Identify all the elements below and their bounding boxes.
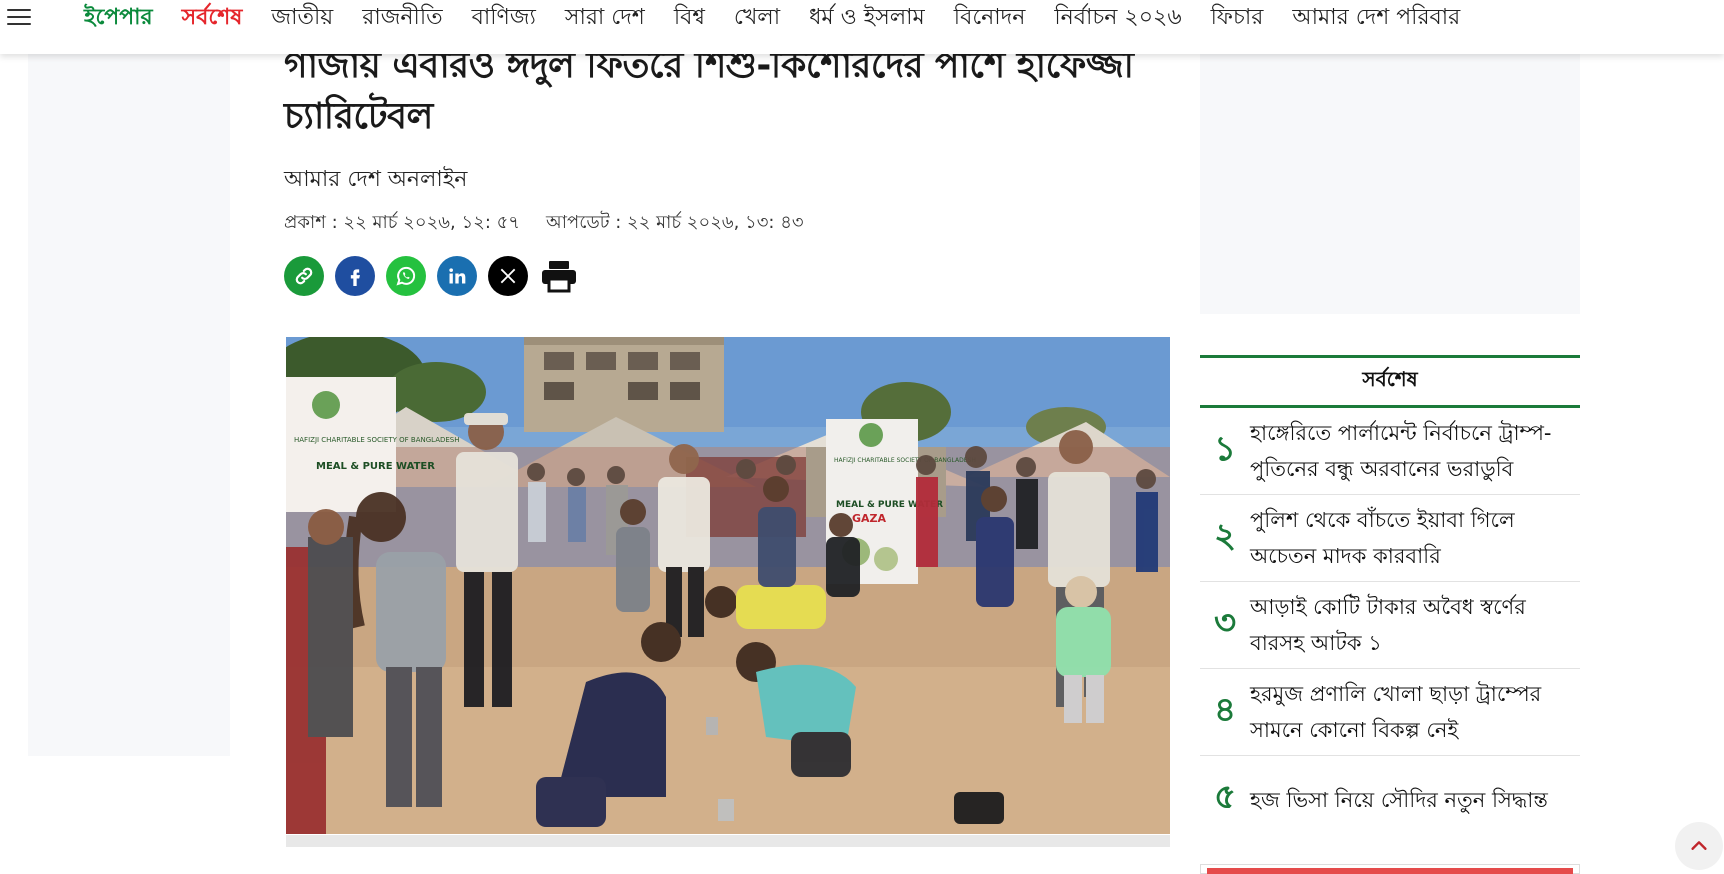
nav-item[interactable]: খেলা [734,0,780,37]
latest-item-number: ২ [1213,515,1237,556]
sidebar-bottom-banner [1200,864,1580,874]
article: গাজায় এবারও ঈদুল ফিতরে শিশু-কিশোরদের পা… [284,40,1170,847]
nav-item[interactable]: ফিচার [1211,0,1264,37]
latest-item[interactable]: ২ পুলিশ থেকে বাঁচতে ইয়াবা গিলে অচেতন মাদ… [1200,495,1580,582]
banner-right-place: GAZA [852,512,887,525]
published-date: প্রকাশ : ২২ মার্চ ২০২৬, ১২: ৫৭ [284,212,520,233]
latest-item[interactable]: ৫ হজ ভিসা নিয়ে সৌদির নতুন সিদ্ধান্ত [1200,756,1580,843]
nav-item[interactable]: ইপেপার [84,0,153,37]
latest-list: ১ হাঙ্গেরিতে পার্লামেন্ট নির্বাচনে ট্রাম্… [1200,408,1580,843]
scroll-to-top-button[interactable] [1675,822,1723,870]
latest-item[interactable]: ৪ হরমুজ প্রণালি খোলা ছাড়া ট্রাম্পের সামন… [1200,669,1580,756]
nav-item[interactable]: সারা দেশ [565,0,645,37]
photo-caption-bar [286,835,1170,847]
nav-item[interactable]: বিশ্ব [674,0,705,37]
latest-item-title[interactable]: পুলিশ থেকে বাঁচতে ইয়াবা গিলে অচেতন মাদক… [1250,502,1580,574]
latest-item-title[interactable]: হাঙ্গেরিতে পার্লামেন্ট নির্বাচনে ট্রাম্প… [1250,415,1580,487]
facebook-icon[interactable] [335,256,375,296]
top-navigation: ইপেপার সর্বশেষ জাতীয় রাজনীতি বাণিজ্য সারা দে… [0,0,1724,54]
latest-item[interactable]: ৩ আড়াই কোটি টাকার অবৈধ স্বর্ণের বারসহ আট… [1200,582,1580,669]
whatsapp-icon[interactable] [386,256,426,296]
left-ad-placeholder [28,54,230,756]
banner-left-meal: MEAL & PURE WATER [316,461,435,472]
latest-item[interactable]: ১ হাঙ্গেরিতে পার্লামেন্ট নির্বাচনে ট্রাম্… [1200,408,1580,495]
article-photo: HAFIZJI CHARITABLE SOCIETY OF BANGLADESH… [286,337,1170,834]
latest-item-number: ৫ [1213,777,1237,817]
latest-item-number: ৩ [1213,602,1237,643]
nav-item[interactable]: ধর্ম ও ইসলাম [809,0,925,37]
nav-item[interactable]: রাজনীতি [362,0,442,37]
linkedin-icon[interactable] [437,256,477,296]
article-dates: প্রকাশ : ২২ মার্চ ২০২৬, ১২: ৫৭ আপডেট : ২… [284,208,804,239]
nav-item[interactable]: বাণিজ্য [472,0,536,37]
nav-item[interactable]: আমার দেশ পরিবার [1292,0,1460,37]
article-headline: গাজায় এবারও ঈদুল ফিতরে শিশু-কিশোরদের পা… [284,45,1134,137]
latest-heading: সর্বশেষ [1200,355,1580,408]
latest-item-number: ৪ [1213,689,1237,730]
nav-menu: ইপেপার সর্বশেষ জাতীয় রাজনীতি বাণিজ্য সারা দে… [84,0,1460,36]
latest-item-title[interactable]: হরমুজ প্রণালি খোলা ছাড়া ট্রাম্পের সামনে… [1250,676,1580,748]
nav-item[interactable]: সর্বশেষ [182,0,243,37]
chevron-up-icon [1691,841,1707,850]
right-ad-placeholder [1200,54,1580,314]
article-author[interactable]: আমার দেশ অনলাইন [284,162,467,199]
nav-item[interactable]: জাতীয় [271,0,333,37]
nav-item[interactable]: নির্বাচন ২০২৬ [1054,0,1181,37]
hamburger-menu-icon[interactable] [6,4,32,30]
link-icon[interactable] [284,256,324,296]
print-icon[interactable] [539,256,579,296]
share-bar [284,256,579,296]
banner-right-org: HAFIZJI CHARITABLE SOCIETY OF BANGLADESH [834,457,976,464]
latest-item-title[interactable]: আড়াই কোটি টাকার অবৈধ স্বর্ণের বারসহ আটক… [1250,589,1580,661]
updated-date: আপডেট : ২২ মার্চ ২০২৬, ১৩: ৪৩ [546,212,804,233]
latest-item-title[interactable]: হজ ভিসা নিয়ে সৌদির নতুন সিদ্ধান্ত [1250,782,1558,818]
banner-left-org: HAFIZJI CHARITABLE SOCIETY OF BANGLADESH [294,436,460,444]
latest-news-sidebar: সর্বশেষ ১ হাঙ্গেরিতে পার্লামেন্ট নির্বাচন… [1200,355,1580,843]
nav-item[interactable]: বিনোদন [954,0,1026,37]
latest-item-number: ১ [1213,428,1237,469]
x-icon[interactable] [488,256,528,296]
